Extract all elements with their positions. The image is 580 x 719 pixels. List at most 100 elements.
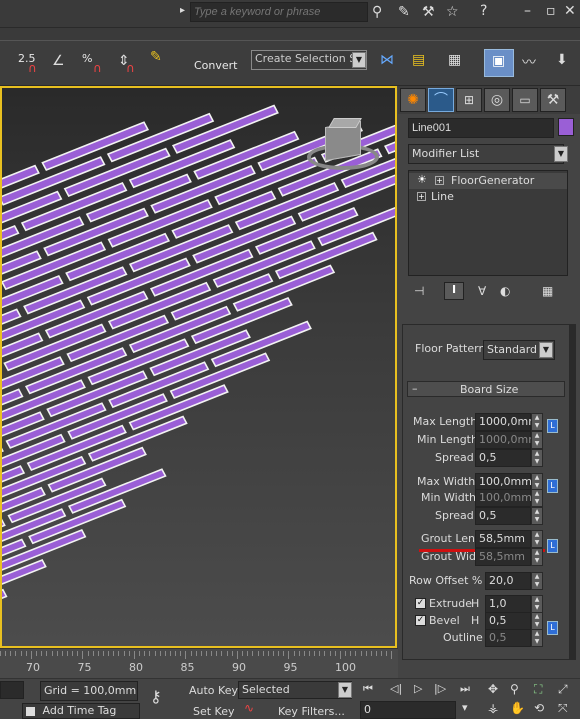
search-input[interactable] <box>190 2 368 22</box>
orbit-icon[interactable]: ⟲ <box>534 701 544 715</box>
key-filters-button[interactable]: Key Filters... <box>278 705 345 718</box>
selection-set-dropdown[interactable]: Create Selection Se <box>251 50 367 70</box>
zoom-extents-icon[interactable]: ✥ <box>488 682 498 696</box>
expand-plus-icon[interactable]: + <box>417 192 426 201</box>
expand-arrow-icon[interactable]: ▸ <box>180 5 185 16</box>
grout-link-button[interactable]: L <box>547 539 558 553</box>
board-size-rollout-header[interactable]: – Board Size <box>407 381 565 397</box>
pin-stack-icon[interactable]: ⊣ <box>414 284 424 298</box>
convert-label[interactable]: Convert <box>194 59 238 72</box>
floor-pattern-chevron-icon[interactable]: ▼ <box>539 342 553 358</box>
go-to-start-icon[interactable]: ⏮ <box>363 682 373 696</box>
zoom-region-icon[interactable]: ⤢ <box>558 682 568 697</box>
extrude-checkbox[interactable]: ✓ <box>415 598 426 609</box>
zoom-icon[interactable]: ⚲ <box>510 682 519 696</box>
make-unique-icon[interactable]: ∀ <box>478 284 486 298</box>
set-key-button[interactable]: Set Key <box>193 705 235 718</box>
tab-modify[interactable]: ⌒ <box>428 88 454 112</box>
outline-field[interactable]: 0,5 <box>485 629 531 647</box>
panel-scrollbar[interactable] <box>570 324 576 660</box>
grout-wid-field[interactable]: 58,5mm <box>475 548 531 566</box>
viewcube[interactable] <box>307 118 379 180</box>
stack-item-floorgenerator[interactable]: ☀ + FloorGenerator <box>409 173 567 189</box>
tab-utilities[interactable]: ⚒ <box>540 88 566 112</box>
bevel-field[interactable]: 0,5 <box>485 612 531 630</box>
tab-create[interactable]: ✺ <box>400 88 426 112</box>
max-length-field[interactable]: 1000,0mm <box>475 413 539 431</box>
max-length-spinner[interactable]: ▲ ▼ <box>531 413 543 431</box>
tab-motion[interactable]: ◎ <box>484 88 510 112</box>
min-width-field[interactable]: 100,0mm <box>475 489 532 507</box>
object-name-field[interactable] <box>408 118 554 138</box>
tab-hierarchy[interactable]: ⊞ <box>456 88 482 112</box>
min-length-field[interactable]: 1000,0mm <box>475 431 539 449</box>
percent-snap-label[interactable]: % <box>82 52 92 65</box>
selected-chevron-icon[interactable]: ▼ <box>338 682 352 698</box>
row-offset-field[interactable]: 20,0 <box>485 572 531 590</box>
set-key-curve-icon[interactable]: ∿ <box>244 701 254 715</box>
spread-width-spinner[interactable]: ▲ ▼ <box>531 507 543 525</box>
spread-length-spinner[interactable]: ▲ ▼ <box>531 449 543 467</box>
star-icon[interactable]: ☆ <box>446 4 459 20</box>
bevel-link-button[interactable]: L <box>547 621 558 635</box>
outline-spinner[interactable]: ▲ ▼ <box>531 629 543 647</box>
min-width-spinner[interactable]: ▲ ▼ <box>531 489 543 507</box>
stack-item-line[interactable]: + Line <box>409 189 567 205</box>
time-config-icon[interactable]: ▾ <box>462 701 468 714</box>
zoom-all-icon[interactable]: ⛶ <box>534 682 542 697</box>
modifier-list-dropdown[interactable]: Modifier List <box>408 144 564 164</box>
modifier-list-chevron-icon[interactable]: ▼ <box>554 146 568 162</box>
current-frame-field[interactable]: 0 <box>360 701 456 719</box>
tools-icon[interactable]: ✎ <box>398 4 410 20</box>
length-link-button[interactable]: L <box>547 419 558 433</box>
wrench-icon[interactable]: ⚒ <box>422 4 435 20</box>
extrude-field[interactable]: 1,0 <box>485 595 531 613</box>
add-time-tag-field[interactable]: Add Time Tag <box>22 703 140 719</box>
align-icon[interactable]: ▤ <box>412 52 425 68</box>
go-to-end-icon[interactable]: ⏭ <box>460 682 470 696</box>
bevel-spinner[interactable]: ▲ ▼ <box>531 612 543 630</box>
grout-wid-spinner[interactable]: ▲ ▼ <box>531 548 543 566</box>
help-icon[interactable]: ? <box>480 3 487 19</box>
edit-named-selection-icon[interactable]: ✎ <box>150 49 162 65</box>
spread-length-field[interactable]: 0,5 <box>475 449 531 467</box>
object-color-swatch[interactable] <box>558 118 574 136</box>
tab-display[interactable]: ▭ <box>512 88 538 112</box>
coordinate-field[interactable] <box>0 681 24 699</box>
rollout-area[interactable]: Floor Pattern Standard ▼ – Board Size Ma… <box>402 324 570 660</box>
close-icon[interactable]: ✕ <box>564 3 576 19</box>
key-icon[interactable]: ⚷ <box>150 687 162 706</box>
show-end-result-button[interactable]: I <box>444 282 464 300</box>
min-length-spinner[interactable]: ▲ ▼ <box>531 431 543 449</box>
configure-sets-icon[interactable]: ▦ <box>542 284 553 298</box>
play-icon[interactable]: ▷ <box>414 682 422 695</box>
grout-len-field[interactable]: 58,5mm <box>475 530 531 548</box>
spread-width-field[interactable]: 0,5 <box>475 507 531 525</box>
spinner-magnet-icon[interactable]: ∩ <box>126 61 135 75</box>
binoculars-icon[interactable]: ⚲ <box>372 4 382 20</box>
minimize-icon[interactable]: – <box>524 3 531 19</box>
schematic-view-icon[interactable]: ⬇ <box>556 52 568 68</box>
magnet-icon[interactable]: ∩ <box>28 61 37 75</box>
width-link-button[interactable]: L <box>547 479 558 493</box>
auto-key-button[interactable]: Auto Key <box>189 684 238 697</box>
chevron-down-icon[interactable]: ▼ <box>352 52 366 68</box>
perspective-viewport[interactable] <box>0 86 397 648</box>
percent-magnet-icon[interactable]: ∩ <box>93 61 102 75</box>
restore-icon[interactable]: ▫ <box>546 3 556 19</box>
previous-frame-icon[interactable]: ◁| <box>390 682 402 695</box>
remove-modifier-icon[interactable]: ◐ <box>500 284 510 298</box>
extrude-spinner[interactable]: ▲ ▼ <box>531 595 543 613</box>
expand-plus-icon[interactable]: + <box>435 176 444 185</box>
layer-manager-icon[interactable]: ▦ <box>448 52 461 68</box>
mirror-icon[interactable]: ⋈ <box>380 52 394 68</box>
angle-snap-icon[interactable]: ∠ <box>52 53 65 69</box>
pan-icon[interactable]: ✋ <box>510 701 525 715</box>
lightbulb-icon[interactable]: ☀ <box>417 173 427 186</box>
next-frame-icon[interactable]: |▷ <box>434 682 446 695</box>
field-of-view-icon[interactable]: ⚶ <box>488 701 498 715</box>
curve-editor-icon[interactable]: 〰 <box>522 52 536 72</box>
selected-dropdown[interactable]: Selected <box>238 681 352 699</box>
timeline-ruler[interactable]: 70 75 80 85 90 95 100 <box>0 648 398 678</box>
grout-len-spinner[interactable]: ▲ ▼ <box>531 530 543 548</box>
